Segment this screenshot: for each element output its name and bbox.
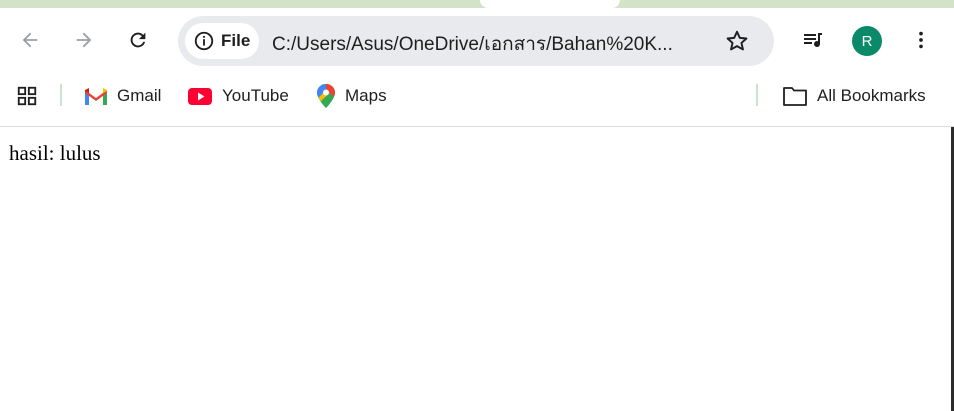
bookmark-star-button[interactable] — [724, 28, 750, 54]
maps-icon — [317, 84, 335, 108]
info-icon — [194, 31, 214, 51]
menu-button[interactable] — [903, 22, 939, 58]
bookmark-label: YouTube — [222, 86, 289, 105]
bookmark-youtube[interactable]: YouTube — [188, 84, 289, 108]
url-text[interactable]: C:/Users/Asus/OneDrive/เอกสาร/Bahan%20K.… — [272, 29, 673, 59]
bookmark-maps[interactable]: Maps — [317, 84, 387, 108]
all-bookmarks-button[interactable]: All Bookmarks — [783, 84, 926, 108]
bookmark-label: Maps — [345, 86, 387, 105]
youtube-icon — [188, 87, 212, 105]
gmail-icon — [85, 87, 107, 105]
bookmark-label: Gmail — [117, 86, 162, 105]
all-bookmarks-label: All Bookmarks — [817, 86, 926, 105]
apps-grid-icon — [17, 86, 37, 106]
media-queue-icon — [804, 33, 822, 48]
star-icon — [726, 30, 748, 51]
kebab-menu-icon — [919, 31, 923, 49]
back-button[interactable] — [12, 22, 48, 58]
profile-avatar[interactable]: R — [852, 26, 882, 56]
reload-button[interactable] — [120, 22, 156, 58]
media-button[interactable] — [795, 22, 831, 58]
bookmarks-divider — [756, 84, 758, 106]
back-arrow-icon — [22, 32, 38, 48]
folder-icon — [783, 87, 807, 106]
site-info-chip[interactable]: File — [185, 23, 259, 59]
apps-button[interactable] — [16, 84, 38, 108]
bookmark-gmail[interactable]: Gmail — [85, 84, 161, 108]
security-chip-label: File — [221, 31, 251, 50]
page-body-text: hasil: lulus — [9, 141, 101, 165]
forward-arrow-icon — [76, 32, 92, 48]
tab-strip — [0, 0, 954, 8]
browser-toolbar: File C:/Users/Asus/OneDrive/เอกสาร/Bahan… — [0, 8, 954, 72]
bookmarks-bar: Gmail YouTube Maps All Bookmarks — [0, 72, 954, 127]
bookmarks-divider — [60, 84, 62, 106]
forward-button[interactable] — [66, 22, 102, 58]
reload-icon — [130, 32, 146, 48]
address-bar[interactable]: File C:/Users/Asus/OneDrive/เอกสาร/Bahan… — [178, 16, 774, 66]
